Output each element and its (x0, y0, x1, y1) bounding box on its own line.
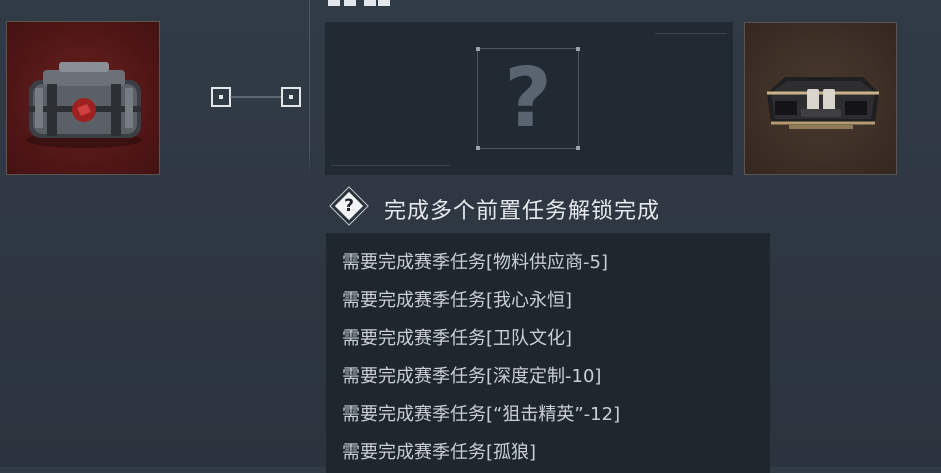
unknown-preview-box: ? (476, 47, 580, 150)
task-item: 需要完成赛季任务[卫队文化] (342, 328, 573, 349)
preview-deco-line (655, 33, 727, 34)
question-mark-icon: ? (504, 51, 552, 146)
reward-item-red-case[interactable] (6, 21, 160, 175)
corner-dot (576, 146, 580, 150)
link-connector-icon (211, 87, 301, 107)
task-item: 需要完成赛季任务[孤狼] (342, 442, 537, 463)
corner-dot (476, 146, 480, 150)
reward-item-brown-case[interactable] (744, 22, 897, 175)
task-item: 需要完成赛季任务[深度定制-10] (342, 366, 602, 387)
corner-dot (476, 47, 480, 51)
unlock-condition-title: 完成多个前置任务解锁完成 (384, 199, 661, 224)
red-case-icon (26, 62, 142, 148)
question-diamond-icon: ? (328, 186, 372, 227)
open-case-icon (767, 77, 879, 129)
task-item: 需要完成赛季任务[“狙击精英”-12] (342, 404, 621, 425)
task-item: 需要完成赛季任务[物料供应商-5] (342, 252, 608, 273)
cropped-heading-fragment (326, 0, 416, 8)
preview-deco-line (331, 165, 451, 166)
prerequisite-task-list: 需要完成赛季任务[物料供应商-5] 需要完成赛季任务[我心永恒] 需要完成赛季任… (326, 233, 770, 473)
vertical-divider (309, 0, 310, 176)
task-item: 需要完成赛季任务[我心永恒] (342, 290, 573, 311)
reward-preview-panel: ? (325, 22, 733, 175)
corner-dot (576, 47, 580, 51)
